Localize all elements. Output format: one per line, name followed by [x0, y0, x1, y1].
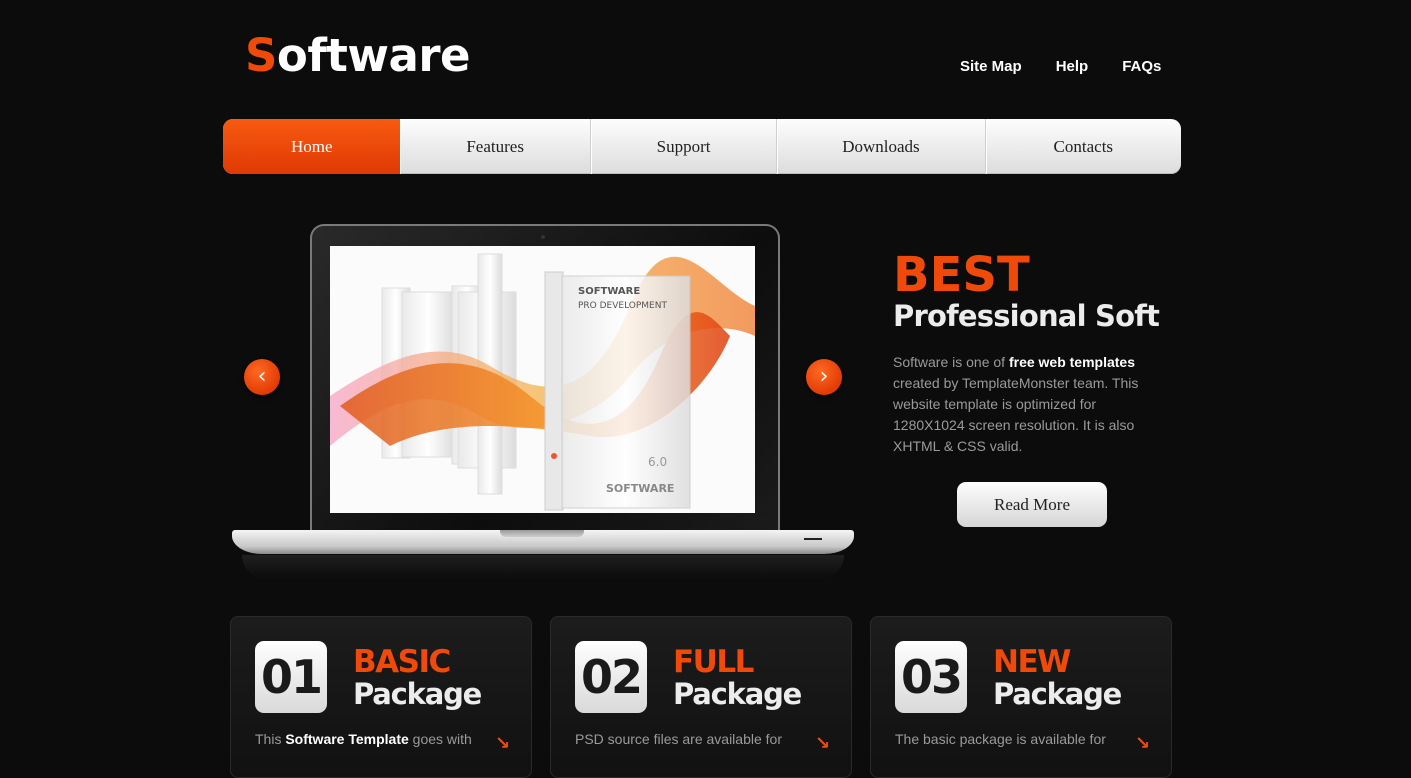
read-more-button[interactable]: Read More [957, 482, 1107, 527]
nav-item-home[interactable]: Home [223, 119, 401, 174]
package-desc-before: PSD source files are available for [575, 731, 782, 747]
slide-image: SOFTWARE PRO DEVELOPMENT SOFTWARE 6.0 [330, 246, 755, 513]
laptop-camera [541, 235, 545, 239]
laptop-reflection [242, 555, 844, 579]
package-desc-after: goes with [408, 731, 472, 747]
arrow-right-icon[interactable]: ↘ [1135, 733, 1150, 754]
nav-item-downloads[interactable]: Downloads [777, 119, 986, 174]
package-kind: BASIC [353, 644, 451, 680]
package-name: Package [353, 677, 482, 711]
package-kind: FULL [673, 644, 754, 680]
package-number: 03 [895, 641, 967, 713]
promo-subheadline: Professional Soft [893, 299, 1160, 333]
site-logo[interactable]: Software [245, 28, 471, 84]
logo-first-letter: S [245, 29, 277, 82]
package-desc-bold: Software Template [285, 731, 409, 747]
help-link[interactable]: Help [1056, 58, 1089, 75]
laptop-base [232, 530, 854, 554]
main-nav: Home Features Support Downloads Contacts [223, 119, 1181, 174]
package-name: Package [673, 677, 802, 711]
package-card-basic: 01 BASIC Package This Software Template … [230, 616, 532, 778]
laptop-notch [500, 530, 584, 537]
logo-rest: oftware [276, 29, 471, 82]
package-desc-before: The basic package is available for [895, 731, 1106, 747]
package-desc-before: This [255, 731, 286, 747]
package-description: The basic package is available for [895, 730, 1125, 748]
package-description: This Software Template goes with [255, 730, 485, 748]
package-card-full: 02 FULL Package PSD source files are ava… [550, 616, 852, 778]
laptop-slide: SOFTWARE PRO DEVELOPMENT SOFTWARE 6.0 [232, 224, 854, 584]
box-label-pro: PRO DEVELOPMENT [578, 301, 667, 311]
arrow-right-icon[interactable]: ↘ [495, 733, 510, 754]
package-name: Package [993, 677, 1122, 711]
arrow-right-icon[interactable]: ↘ [815, 733, 830, 754]
promo-text-bold[interactable]: free web templates [1009, 354, 1135, 370]
promo-description: Software is one of free web templates cr… [893, 352, 1153, 457]
nav-item-features[interactable]: Features [400, 119, 591, 174]
software-boxes-illustration: SOFTWARE PRO DEVELOPMENT SOFTWARE 6.0 [330, 253, 755, 511]
box-label-bottom: SOFTWARE [606, 482, 674, 495]
faqs-link[interactable]: FAQs [1122, 58, 1161, 75]
package-number: 02 [575, 641, 647, 713]
box-label-version: 6.0 [648, 455, 667, 469]
top-links: Site Map Help FAQs [960, 58, 1161, 75]
package-number: 01 [255, 641, 327, 713]
promo-text-before: Software is one of [893, 354, 1009, 370]
site-map-link[interactable]: Site Map [960, 58, 1022, 75]
nav-item-support[interactable]: Support [591, 119, 778, 174]
package-kind: NEW [993, 644, 1071, 680]
promo-text-after: created by TemplateMonster team. This we… [893, 375, 1139, 454]
package-card-new: 03 NEW Package The basic package is avai… [870, 616, 1172, 778]
package-description: PSD source files are available for [575, 730, 805, 748]
nav-item-contacts[interactable]: Contacts [986, 119, 1181, 174]
laptop-slot [804, 538, 822, 540]
box-label-software: SOFTWARE [578, 286, 640, 297]
promo-headline: BEST [893, 247, 1030, 303]
